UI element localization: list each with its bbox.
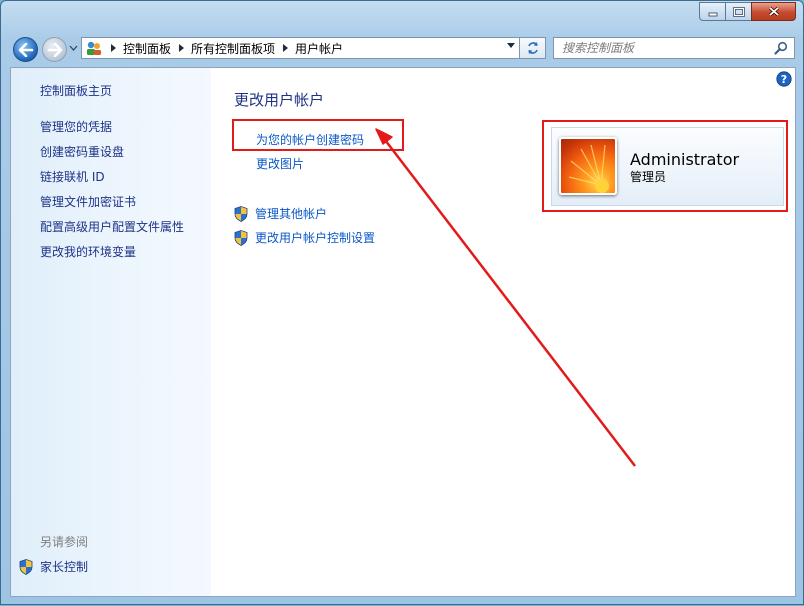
forward-arrow-icon	[47, 42, 62, 57]
breadcrumb-control-panel[interactable]: 控制面板	[123, 40, 171, 57]
sidebar-item-advanced-profile[interactable]: 配置高级用户配置文件属性	[40, 218, 184, 235]
search-icon[interactable]	[774, 41, 788, 55]
parental-controls-link[interactable]: 家长控制	[19, 558, 88, 575]
annotation-box	[542, 120, 788, 212]
sidebar-item-link-online-id[interactable]: 链接联机 ID	[40, 168, 105, 185]
uac-settings-label: 更改用户帐户控制设置	[255, 231, 376, 245]
breadcrumb-separator-icon	[111, 44, 116, 52]
sidebar-item-manage-credentials[interactable]: 管理您的凭据	[40, 118, 112, 135]
back-button[interactable]	[13, 37, 38, 62]
breadcrumb-separator-icon	[179, 44, 185, 52]
caption-buttons	[699, 2, 796, 21]
control-panel-window: 控制面板 所有控制面板项 用户帐户 控制面板主页 管理	[0, 0, 804, 605]
sidebar: 控制面板主页 管理您的凭据 创建密码重设盘 链接联机 ID 管理文件加密证书 配…	[11, 68, 211, 596]
help-icon[interactable]: ?	[776, 71, 792, 87]
sidebar-item-control-panel-home[interactable]: 控制面板主页	[40, 82, 112, 99]
parental-controls-label: 家长控制	[40, 560, 89, 574]
navigation-bar: 控制面板 所有控制面板项 用户帐户	[1, 31, 803, 65]
address-bar[interactable]: 控制面板 所有控制面板项 用户帐户	[81, 37, 520, 59]
address-dropdown-icon[interactable]	[507, 43, 515, 49]
refresh-icon	[527, 42, 538, 54]
see-also-heading: 另请参阅	[40, 535, 89, 549]
sidebar-item-file-encryption-certs[interactable]: 管理文件加密证书	[40, 193, 136, 210]
forward-button[interactable]	[42, 37, 67, 62]
search-box	[553, 37, 795, 59]
svg-text:?: ?	[781, 73, 787, 86]
search-input[interactable]	[554, 40, 769, 56]
control-panel-icon	[87, 41, 101, 55]
close-button[interactable]	[751, 2, 796, 21]
breadcrumb-separator-icon	[283, 44, 289, 52]
minimize-icon	[708, 12, 717, 16]
breadcrumb-user-accounts[interactable]: 用户帐户	[295, 40, 343, 57]
sidebar-item-environment-variables[interactable]: 更改我的环境变量	[40, 243, 136, 260]
maximize-icon	[732, 6, 745, 17]
close-icon	[768, 6, 779, 17]
page-title: 更改用户帐户	[234, 91, 325, 109]
uac-shield-icon	[234, 205, 248, 222]
breadcrumb-all-items[interactable]: 所有控制面板项	[191, 40, 275, 57]
history-dropdown-icon[interactable]	[69, 45, 78, 51]
uac-shield-icon	[19, 558, 33, 575]
change-picture-link[interactable]: 更改图片	[256, 155, 304, 172]
content-area: 控制面板主页 管理您的凭据 创建密码重设盘 链接联机 ID 管理文件加密证书 配…	[10, 67, 796, 597]
maximize-button[interactable]	[725, 2, 751, 21]
manage-other-accounts-label: 管理其他帐户	[255, 207, 328, 221]
manage-other-accounts-link[interactable]: 管理其他帐户	[234, 205, 327, 222]
uac-shield-icon	[234, 229, 248, 246]
minimize-button[interactable]	[699, 2, 725, 21]
refresh-button[interactable]	[520, 37, 546, 59]
sidebar-item-create-reset-disk[interactable]: 创建密码重设盘	[40, 143, 124, 160]
main-panel: 更改用户帐户 为您的帐户创建密码 更改图片 管理其他帐户 更改用户帐户控制设置 …	[211, 68, 795, 596]
back-arrow-icon	[18, 42, 33, 57]
create-password-link[interactable]: 为您的帐户创建密码	[256, 131, 364, 148]
uac-settings-link[interactable]: 更改用户帐户控制设置	[234, 229, 375, 246]
